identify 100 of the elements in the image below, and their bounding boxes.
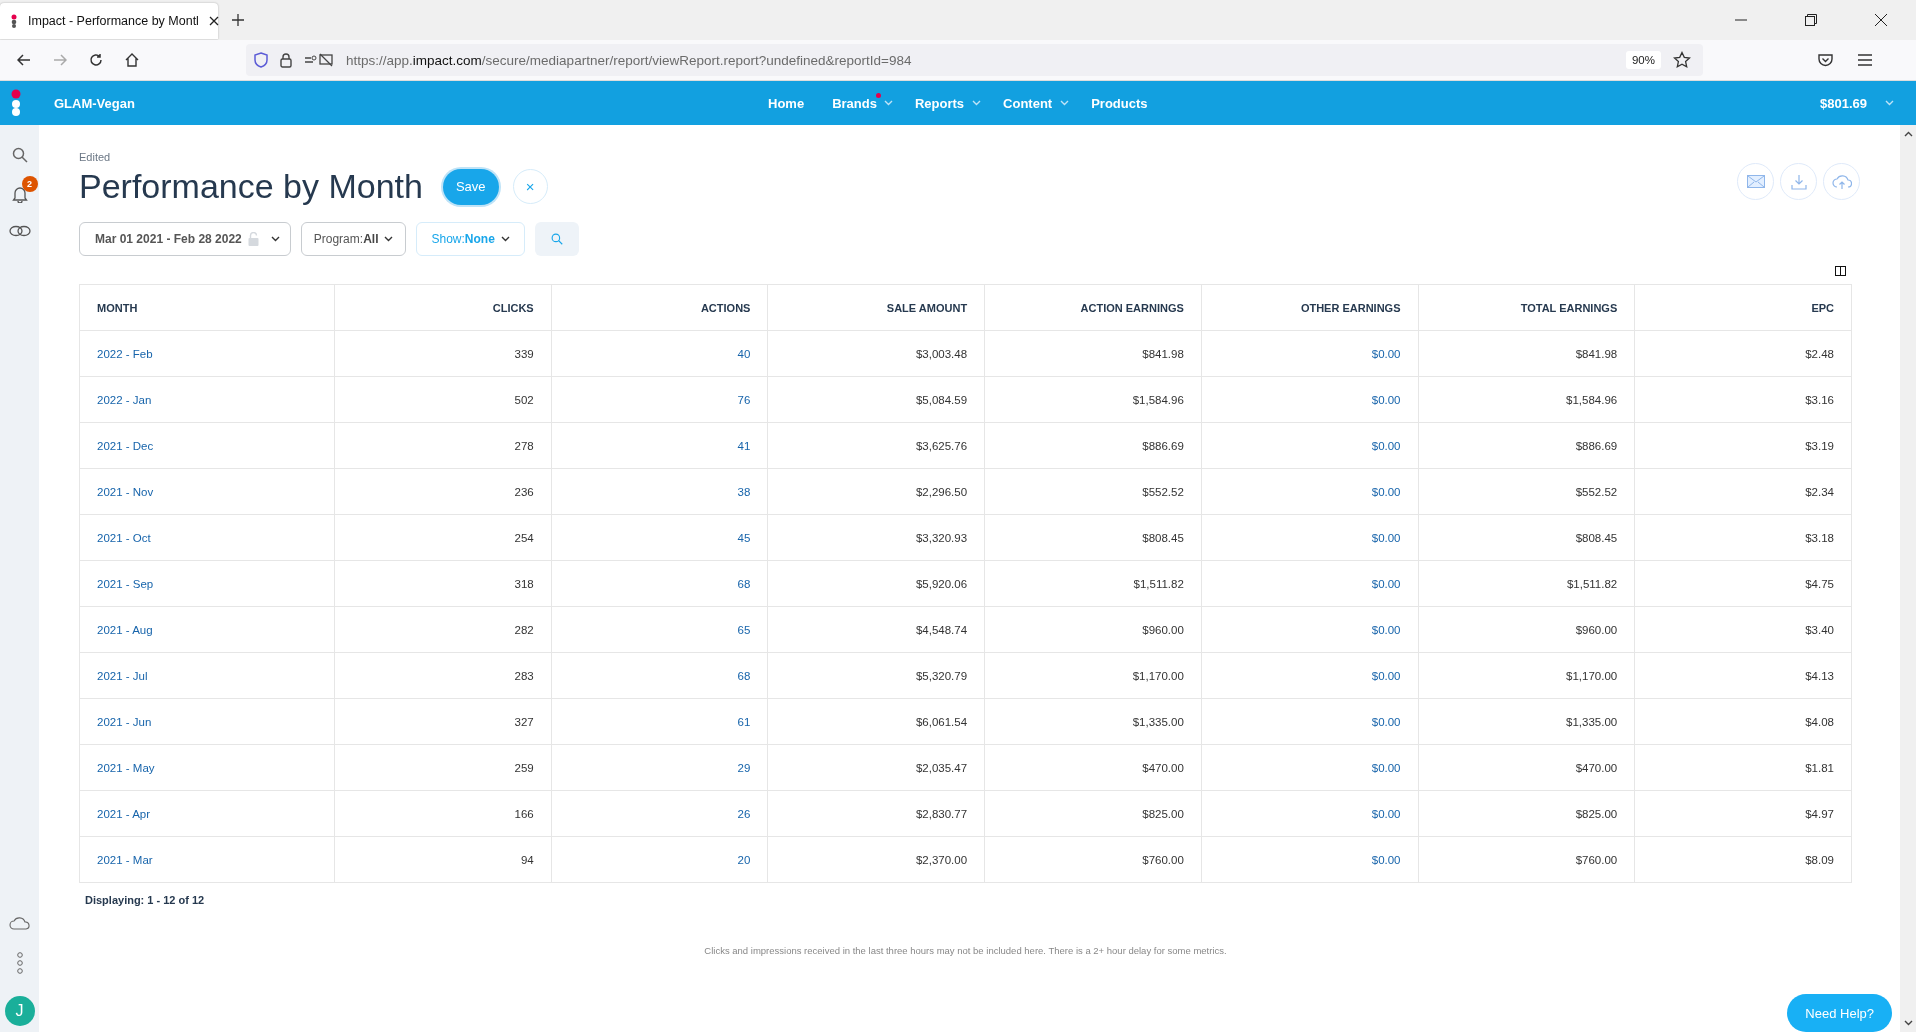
table-link[interactable]: 2021 - Dec <box>97 439 154 452</box>
chevron-down-icon <box>883 100 893 106</box>
table-cell: $4.13 <box>1805 669 1834 682</box>
column-header[interactable]: ACTION EARNINGS <box>984 284 1202 331</box>
date-range-dropdown[interactable]: Mar 01 2021 - Feb 28 2022 <box>79 222 291 256</box>
table-cell: 318 <box>514 577 534 590</box>
table-cell: $5,920.06 <box>915 577 968 590</box>
link-icon[interactable] <box>8 225 31 237</box>
footnote-text: Clicks and impressions received in the last three hours may not be included here. There is a 2+ hour delay for some metrics. <box>703 945 1228 956</box>
bell-icon[interactable] <box>11 185 28 203</box>
table-link[interactable]: 41 <box>737 439 751 452</box>
table-link[interactable]: 2021 - Jun <box>97 715 152 728</box>
search-icon[interactable] <box>11 147 28 163</box>
table-cell: $808.45 <box>1575 531 1618 544</box>
table-cell: $8.09 <box>1805 853 1834 866</box>
table-cell: 94 <box>520 853 534 866</box>
chevron-down-icon <box>1903 1018 1913 1028</box>
search-icon <box>550 233 563 245</box>
permissions-icon <box>304 53 334 67</box>
table-link[interactable]: 2021 - Sep <box>97 577 154 590</box>
chevron-down-icon <box>972 100 982 106</box>
table-link[interactable]: 38 <box>737 485 751 498</box>
table-cell: $5,320.79 <box>915 669 968 682</box>
table-link[interactable]: $0.00 <box>1371 623 1401 636</box>
chevron-down-icon <box>270 236 280 242</box>
lock-icon <box>280 52 292 68</box>
column-header[interactable]: TOTAL EARNINGS <box>1418 284 1635 331</box>
table-link[interactable]: 2021 - Jul <box>97 669 148 682</box>
more-dots-icon[interactable] <box>15 952 24 974</box>
table-link[interactable]: 29 <box>737 761 751 774</box>
table-cell: $5,084.59 <box>915 393 968 406</box>
table-link[interactable]: 20 <box>737 853 751 866</box>
table-link[interactable]: $0.00 <box>1371 807 1401 820</box>
star-icon[interactable] <box>1673 51 1691 69</box>
table-cell: $3,320.93 <box>915 531 968 544</box>
column-header[interactable]: CLICKS <box>334 284 552 331</box>
table-link[interactable]: 2021 - Oct <box>97 531 151 544</box>
table-link[interactable]: 2021 - May <box>97 761 155 774</box>
zoom-level-button[interactable]: 90% <box>1625 51 1661 69</box>
program-dropdown[interactable]: Program:All <box>300 222 407 256</box>
column-header[interactable]: SALE AMOUNT <box>767 284 985 331</box>
table-cell: $760.00 <box>1142 853 1184 866</box>
table-cell: $886.69 <box>1142 439 1184 452</box>
table-cell: $3,003.48 <box>915 347 968 360</box>
lock-icon <box>247 232 259 246</box>
table-link[interactable]: 45 <box>737 531 751 544</box>
plus-icon[interactable] <box>232 14 244 26</box>
table-link[interactable]: $0.00 <box>1371 669 1401 682</box>
table-link[interactable]: $0.00 <box>1371 439 1401 452</box>
shield-icon <box>254 52 268 68</box>
table-cell: $2,370.00 <box>915 853 968 866</box>
table-link[interactable]: $0.00 <box>1371 853 1401 866</box>
table-link[interactable]: 2022 - Jan <box>97 393 152 406</box>
table-link[interactable]: 61 <box>737 715 751 728</box>
table-link[interactable]: 2022 - Feb <box>97 347 153 360</box>
close-icon[interactable] <box>208 16 219 26</box>
download-icon <box>1790 173 1807 190</box>
table-cell: $1,511.82 <box>1133 577 1184 590</box>
table-cell: $1,511.82 <box>1566 577 1618 590</box>
table-link[interactable]: 2021 - Nov <box>97 485 154 498</box>
table-link[interactable]: 76 <box>737 393 751 406</box>
table-link[interactable]: 2021 - Mar <box>97 853 153 866</box>
table-cell: $470.00 <box>1142 761 1184 774</box>
table-link[interactable]: $0.00 <box>1371 485 1401 498</box>
column-header[interactable]: OTHER EARNINGS <box>1201 284 1418 331</box>
table-link[interactable]: $0.00 <box>1371 393 1401 406</box>
table-link[interactable]: $0.00 <box>1371 715 1401 728</box>
table-link[interactable]: $0.00 <box>1371 577 1401 590</box>
cloud-icon[interactable] <box>8 916 31 930</box>
chevron-down-icon <box>1885 100 1894 106</box>
table-link[interactable]: 2021 - Aug <box>97 623 153 636</box>
column-header[interactable]: ACTIONS <box>551 284 768 331</box>
table-cell: $2,830.77 <box>915 807 968 820</box>
table-link[interactable]: $0.00 <box>1371 347 1401 360</box>
columns-icon[interactable] <box>1835 266 1846 276</box>
table-link[interactable]: $0.00 <box>1371 761 1401 774</box>
table-link[interactable]: 40 <box>737 347 751 360</box>
table-cell: $4.97 <box>1805 807 1834 820</box>
table-link[interactable]: 26 <box>737 807 751 820</box>
scrollbar[interactable] <box>1900 125 1916 1032</box>
address-bar[interactable]: https://app.impact.com/secure/mediapartner/report/viewReport.report?undefined&reportId=984 90% <box>246 44 1703 76</box>
chevron-down-icon <box>1060 100 1070 106</box>
table-link[interactable]: 2021 - Apr <box>97 807 151 820</box>
table-link[interactable]: $0.00 <box>1371 531 1401 544</box>
browser-tab[interactable]: Impact - Performance by Montl <box>0 3 218 39</box>
column-header[interactable]: MONTH <box>79 284 335 331</box>
table-cell: $841.98 <box>1142 347 1184 360</box>
column-header[interactable]: EPC <box>1634 284 1852 331</box>
table-link[interactable]: 68 <box>737 669 751 682</box>
table-cell: $3.19 <box>1805 439 1834 452</box>
table-link[interactable]: 68 <box>737 577 751 590</box>
table-cell: 327 <box>514 715 534 728</box>
table-cell: 254 <box>514 531 534 544</box>
chevron-down-icon <box>500 236 510 242</box>
table-cell: 339 <box>514 347 534 360</box>
table-cell: $960.00 <box>1142 623 1184 636</box>
table-cell: $4.75 <box>1805 577 1834 590</box>
table-cell: $6,061.54 <box>915 715 968 728</box>
chevron-up-icon <box>1903 129 1913 139</box>
table-link[interactable]: 65 <box>737 623 751 636</box>
